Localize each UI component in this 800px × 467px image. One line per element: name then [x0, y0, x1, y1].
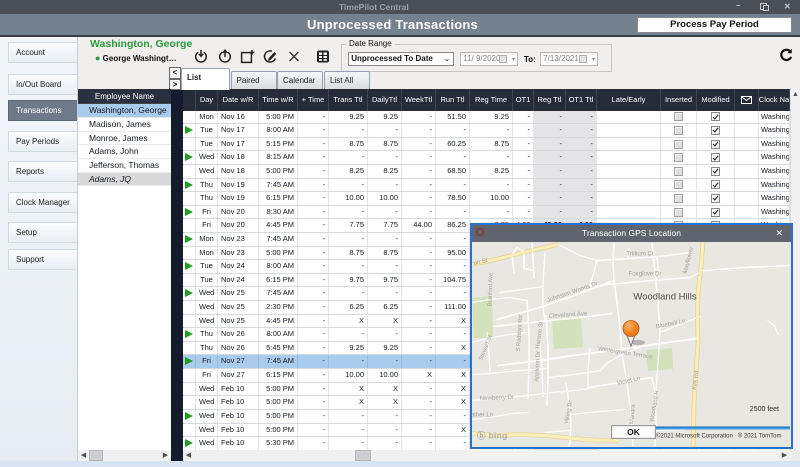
svg-text:Woodland Hills: Woodland Hills: [633, 291, 696, 302]
svg-text:Foxglove Dr: Foxglove Dr: [629, 270, 662, 277]
svg-text:ⓑ bing: ⓑ bing: [477, 430, 508, 440]
svg-text:Trillium Ct: Trillium Ct: [626, 250, 653, 257]
svg-text:©2021 Microsoft Corporation: ©2021 Microsoft Corporation ® 2021 TomTo…: [656, 432, 781, 439]
svg-text:Branford Ave: Branford Ave: [487, 272, 494, 306]
svg-text:ather Ln: ather Ln: [472, 411, 493, 418]
svg-text:2500 feet: 2500 feet: [750, 406, 779, 413]
